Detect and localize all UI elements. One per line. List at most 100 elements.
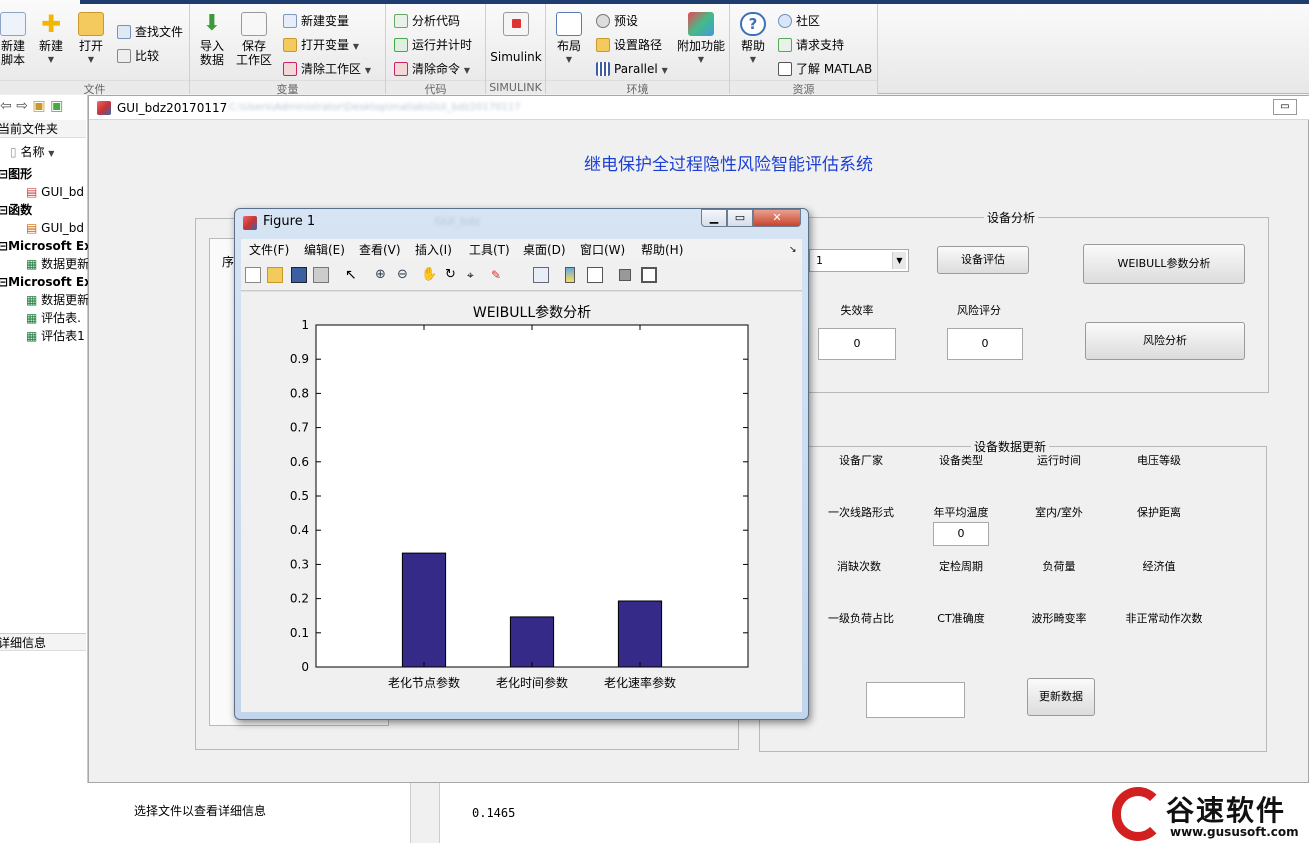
excel-file-icon: ▦ <box>26 311 38 325</box>
file-item[interactable]: ▦ 评估表. <box>26 309 81 327</box>
menu-help[interactable]: 帮助(H) <box>641 239 683 261</box>
preferences-button[interactable]: 预设 <box>596 11 638 31</box>
y-tick-label: 0.2 <box>290 592 309 606</box>
new-variable-button[interactable]: 新建变量 <box>283 11 349 31</box>
field-label: 经济值 <box>1142 560 1176 573</box>
risk-score-field[interactable]: 0 <box>947 328 1023 360</box>
compare-button[interactable]: 比较 <box>117 46 159 66</box>
zoom-in-icon[interactable]: ⊕ <box>375 267 391 283</box>
field-label: 一次线路形式 <box>828 506 894 519</box>
find-files-icon <box>117 25 131 39</box>
file-item[interactable]: ▦ 评估表1 <box>26 327 85 345</box>
menu-edit[interactable]: 编辑(E) <box>304 239 345 261</box>
menu-view[interactable]: 查看(V) <box>359 239 401 261</box>
layout-button[interactable]: 布局 ▼ <box>552 8 586 67</box>
section-excel[interactable]: ⊟Microsoft Ex <box>0 273 92 291</box>
up-folder-icon[interactable]: ▣ <box>32 98 45 114</box>
show-tools-icon[interactable] <box>641 267 657 283</box>
addons-button[interactable]: 附加功能 ▼ <box>676 8 726 67</box>
rotate-icon[interactable]: ↻ <box>445 267 461 283</box>
zoom-out-icon[interactable]: ⊖ <box>397 267 413 283</box>
y-tick-label: 0.1 <box>290 626 309 640</box>
clear-workspace-button[interactable]: 清除工作区 ▼ <box>283 59 371 79</box>
minimize-button[interactable]: ▁ <box>701 209 727 227</box>
chevron-down-icon: ▼ <box>47 55 55 64</box>
section-functions[interactable]: ⊟函数 <box>0 201 32 219</box>
bar <box>509 616 555 668</box>
x-tick-label: 老化时间参数 <box>496 675 568 690</box>
save-workspace-icon <box>241 12 267 36</box>
simulink-button[interactable]: Simulink <box>490 8 542 64</box>
dock-icon[interactable]: ↘ <box>789 239 797 261</box>
print-icon[interactable] <box>313 267 329 283</box>
menu-insert[interactable]: 插入(I) <box>415 239 452 261</box>
pointer-icon[interactable]: ↖ <box>345 267 361 283</box>
assess-button[interactable]: 设备评估 <box>937 246 1029 274</box>
pan-icon[interactable]: ✋ <box>421 267 437 283</box>
analyze-icon <box>394 14 408 28</box>
temperature-field[interactable]: 0 <box>933 522 989 546</box>
legend-icon[interactable] <box>587 267 603 283</box>
brush-icon[interactable]: ✎ <box>491 267 507 283</box>
colorbar-icon[interactable] <box>565 267 575 283</box>
risk-analysis-button[interactable]: 风险分析 <box>1085 322 1245 360</box>
set-path-button[interactable]: 设置路径 <box>596 35 662 55</box>
hide-tools-icon[interactable] <box>619 269 631 281</box>
link-plot-icon[interactable] <box>533 267 549 283</box>
file-item[interactable]: ▦ 数据更新 <box>26 255 89 273</box>
open-file-icon[interactable] <box>267 267 283 283</box>
menu-window[interactable]: 窗口(W) <box>580 239 625 261</box>
find-files-button[interactable]: 查找文件 <box>117 22 183 42</box>
minimize-button[interactable]: ▭ <box>1273 99 1297 115</box>
clear-commands-button[interactable]: 清除命令 ▼ <box>394 59 470 79</box>
community-button[interactable]: 社区 <box>778 11 820 31</box>
menu-file[interactable]: 文件(F) <box>249 239 289 261</box>
help-button[interactable]: ? 帮助 ▼ <box>736 8 770 67</box>
close-button[interactable]: ✕ <box>753 209 801 227</box>
failure-rate-field[interactable]: 0 <box>818 328 896 360</box>
device-select[interactable]: 1 ▼ <box>809 249 909 272</box>
file-item[interactable]: ▦ 数据更新 <box>26 291 89 309</box>
simulink-group-caption: SIMULINK <box>486 80 545 94</box>
data-cursor-icon[interactable]: ⌖ <box>467 267 483 283</box>
eraser-icon <box>283 62 297 76</box>
new-button[interactable]: ✚ 新建 ▼ <box>34 8 68 67</box>
menu-tools[interactable]: 工具(T) <box>469 239 510 261</box>
name-column-header[interactable]: ▯ 名称 ▼ <box>10 143 54 161</box>
import-data-button[interactable]: ⬇ 导入 数据 <box>196 8 228 68</box>
new-figure-icon[interactable] <box>245 267 261 283</box>
back-icon[interactable]: ⇦ <box>0 98 12 114</box>
field-label: 年平均温度 <box>933 506 989 519</box>
forward-icon[interactable]: ⇨ <box>16 98 28 114</box>
parallel-button[interactable]: Parallel ▼ <box>596 59 668 79</box>
save-workspace-button[interactable]: 保存 工作区 <box>234 8 274 67</box>
section-excel[interactable]: ⊟Microsoft Ex <box>0 237 92 255</box>
x-tick-label: 老化速率参数 <box>604 675 676 690</box>
learn-matlab-button[interactable]: 了解 MATLAB <box>778 59 872 79</box>
open-button[interactable]: 打开 ▼ <box>74 8 108 67</box>
request-support-button[interactable]: 请求支持 <box>778 35 844 55</box>
field-label: 波形畸变率 <box>1031 612 1087 625</box>
save-icon[interactable] <box>291 267 307 283</box>
parallel-icon <box>596 62 610 76</box>
menu-desktop[interactable]: 桌面(D) <box>523 239 566 261</box>
file-item[interactable]: ▤ GUI_bd <box>26 183 84 201</box>
browse-folder-icon[interactable]: ▣ <box>50 98 63 114</box>
open-variable-button[interactable]: 打开变量 ▼ <box>283 35 359 55</box>
run-and-time-button[interactable]: 运行并计时 <box>394 35 472 55</box>
weibull-button[interactable]: WEIBULL参数分析 <box>1083 244 1245 284</box>
y-tick-label: 0 <box>301 660 309 674</box>
update-data-button[interactable]: 更新数据 <box>1027 678 1095 716</box>
file-item[interactable]: ▤ GUI_bd <box>26 219 84 237</box>
new-variable-icon <box>283 14 297 28</box>
maximize-button[interactable]: ▭ <box>727 209 753 227</box>
update-input-field[interactable] <box>866 682 965 718</box>
chevron-down-icon: ▼ <box>565 55 573 64</box>
chevron-down-icon: ▼ <box>463 66 470 75</box>
analyze-code-button[interactable]: 分析代码 <box>394 11 460 31</box>
toolstrip: 新建 脚本 ✚ 新建 ▼ 打开 ▼ 查找文件 比较 文件 ⬇ 导入 数据 保存 … <box>0 0 1309 96</box>
splitter[interactable] <box>410 783 440 843</box>
panel-title: 当前文件夹 <box>0 120 86 138</box>
new-script-button[interactable]: 新建 脚本 <box>0 8 26 67</box>
section-figures[interactable]: ⊟图形 <box>0 165 32 183</box>
